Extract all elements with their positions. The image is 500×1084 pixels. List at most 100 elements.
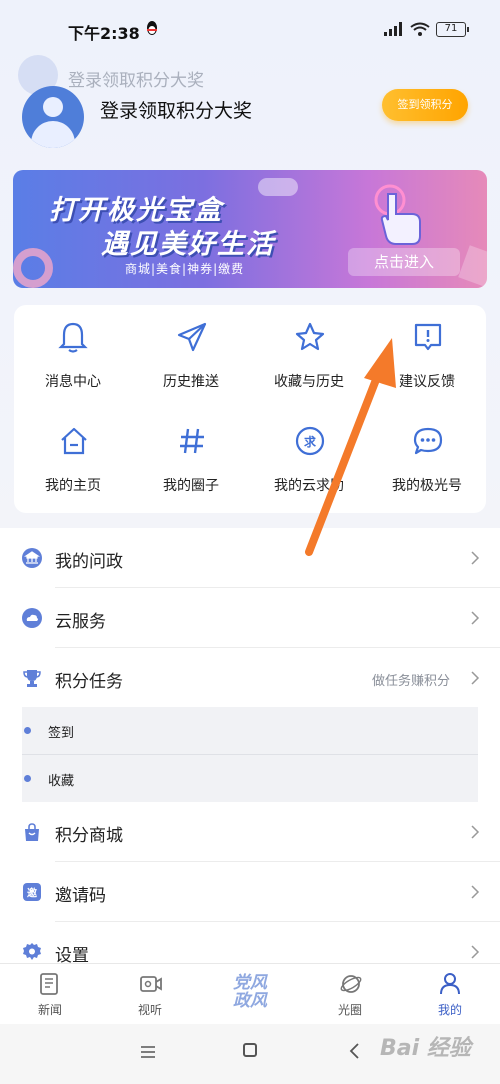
list-item-label: 积分商城 (55, 826, 123, 846)
tab-label: 新闻 (37, 1003, 62, 1017)
bullet-dot (24, 775, 31, 782)
menu-icon[interactable] (140, 1046, 156, 1058)
battery-level: 71 (444, 23, 458, 34)
tab-label: 我的 (437, 1003, 462, 1017)
news-icon (40, 973, 58, 995)
avatar[interactable] (22, 86, 84, 148)
avatar-head (43, 97, 63, 117)
list-item-label: 积分任务 (55, 672, 123, 692)
grid-label: 我的主页 (45, 478, 101, 494)
feedback-icon (414, 323, 442, 351)
list-item-my-inquiry[interactable]: 我的问政 (0, 528, 500, 588)
battery-icon: 71 (436, 22, 469, 37)
grid-item-my-circle[interactable]: 我的圈子 (132, 409, 250, 505)
grid-label: 收藏与历史 (274, 374, 344, 390)
planet-icon (340, 975, 362, 993)
tab-video[interactable]: 视听 (100, 964, 200, 1024)
banner-capsule-decoration (258, 178, 298, 196)
banner-subtitle: 商城|美食|神券|缴费 (125, 262, 245, 276)
status-bar: 下午2:38 71 (0, 0, 500, 58)
sub-task-checkin[interactable]: 签到 (22, 707, 478, 754)
login-title[interactable]: 登录领取积分大奖 (100, 96, 252, 123)
chevron-right-icon (471, 551, 480, 565)
sub-task-label: 签到 (48, 726, 75, 741)
grid-label: 我的圈子 (163, 478, 219, 494)
banner-headline-2: 遇见美好生活 (101, 229, 275, 260)
points-task-hint: 做任务赚积分 (371, 674, 450, 689)
party-style-line1: 党风 (233, 973, 267, 993)
list-item-label: 我的问政 (55, 552, 123, 572)
bell-icon (58, 322, 88, 353)
home-icon (61, 427, 87, 455)
grid-item-message-center[interactable]: 消息中心 (14, 305, 132, 401)
paper-plane-icon (177, 322, 207, 352)
tab-news[interactable]: 新闻 (0, 964, 100, 1024)
status-time: 下午2:38 (68, 24, 140, 43)
ghost-login-title: 登录领取积分大奖 (68, 71, 204, 91)
cloud-icon (22, 608, 42, 628)
avatar-body (31, 121, 75, 148)
tab-halo[interactable]: 光圈 (300, 964, 400, 1024)
points-task-subpanel: 签到 收藏 (22, 707, 478, 802)
tab-label: 视听 (137, 1003, 162, 1017)
hashtag-icon (180, 428, 204, 454)
list-item-label: 云服务 (55, 612, 106, 632)
party-style-line2: 政风 (233, 991, 267, 1011)
list-item-settings[interactable]: 设置 (0, 922, 500, 963)
invite-badge-glyph: 邀 (27, 887, 38, 900)
home-square-icon[interactable] (243, 1043, 257, 1057)
banner-cube-decoration (458, 245, 487, 288)
government-icon (22, 548, 42, 568)
grid-label: 历史推送 (163, 374, 219, 390)
pointing-hand-icon (374, 184, 421, 245)
chevron-right-icon (471, 611, 480, 625)
invite-icon: 邀 (23, 883, 41, 901)
star-icon (295, 322, 325, 351)
grid-item-my-homepage[interactable]: 我的主页 (14, 409, 132, 505)
list-item-points-task[interactable]: 积分任务 做任务赚积分 (0, 648, 500, 707)
qq-icon (147, 21, 157, 35)
grid-label: 建议反馈 (399, 374, 455, 390)
tab-label: 光圈 (337, 1003, 362, 1017)
list-item-invite-code[interactable]: 邀 邀请码 (0, 862, 500, 922)
list-item-label: 邀请码 (55, 886, 106, 906)
person-icon (440, 973, 460, 995)
tab-mine[interactable]: 我的 (400, 964, 500, 1024)
tab-party-style[interactable]: 党风 政风 (200, 964, 300, 1024)
sub-task-favorite[interactable]: 收藏 (22, 755, 478, 802)
grid-item-cloud-help[interactable]: 求 我的云求助 (250, 409, 368, 505)
banner-enter-button[interactable]: 点击进入 (348, 248, 460, 276)
grid-item-history-push[interactable]: 历史推送 (132, 305, 250, 401)
chevron-right-icon (471, 885, 480, 899)
wifi-icon (410, 22, 430, 36)
grid-label: 我的极光号 (392, 478, 462, 494)
chevron-right-icon (471, 671, 480, 685)
back-icon[interactable] (348, 1042, 360, 1060)
bullet-dot (24, 727, 31, 734)
grid-label: 我的云求助 (274, 478, 344, 494)
chevron-right-icon (471, 825, 480, 839)
chat-bubble-icon (413, 427, 443, 455)
settings-gear-icon (23, 943, 41, 960)
watermark: Bai 经验 (380, 1036, 471, 1061)
grid-item-feedback[interactable]: 建议反馈 (368, 305, 486, 401)
grid-label: 消息中心 (45, 374, 101, 390)
party-style-logo: 党风 政风 (220, 974, 280, 1010)
grid-item-favorites-history[interactable]: 收藏与历史 (250, 305, 368, 401)
function-grid: 消息中心 历史推送 收藏与历史 建议反馈 我的主页 我的圈子 求 我的云求助 我… (14, 305, 486, 513)
chevron-right-icon (471, 945, 480, 959)
bottom-tab-bar: 新闻 视听 党风 政风 光圈 我的 (0, 963, 500, 1023)
list-item-points-mall[interactable]: 积分商城 (0, 802, 500, 862)
sub-task-label: 收藏 (48, 774, 75, 789)
signin-points-button[interactable]: 签到领积分 (382, 89, 468, 121)
signal-icon (384, 22, 402, 36)
video-icon (140, 976, 162, 992)
promo-banner[interactable]: 打开极光宝盒 遇见美好生活 商城|美食|神券|缴费 点击进入 (13, 170, 487, 288)
trophy-icon (23, 670, 41, 687)
list-item-cloud-service[interactable]: 云服务 (0, 588, 500, 648)
help-badge-icon: 求 (295, 426, 325, 456)
list-item-label: 设置 (55, 946, 89, 963)
grid-item-my-jiguang-account[interactable]: 我的极光号 (368, 409, 486, 505)
banner-ring-decoration (13, 248, 53, 288)
help-badge-glyph: 求 (304, 434, 317, 449)
